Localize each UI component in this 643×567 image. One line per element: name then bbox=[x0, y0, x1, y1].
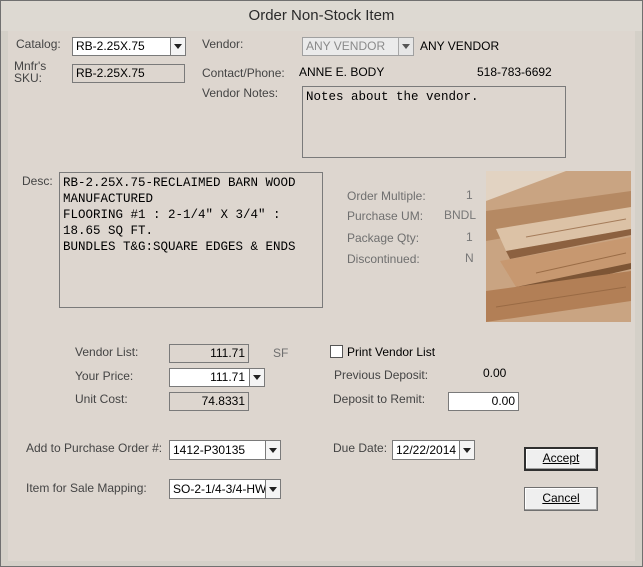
print-vendor-list-checkbox[interactable] bbox=[330, 345, 343, 358]
sale-mapping-dropdown-button[interactable] bbox=[265, 480, 280, 498]
contact-name: ANNE E. BODY bbox=[299, 65, 385, 79]
accept-button[interactable]: Accept bbox=[524, 447, 598, 471]
your-price-value: 111.71 bbox=[210, 370, 245, 384]
chevron-down-icon bbox=[463, 447, 471, 453]
due-date-value: 12/22/2014 bbox=[396, 443, 457, 457]
vendor-notes-label: Vendor Notes: bbox=[202, 86, 279, 100]
catalog-combo[interactable]: RB-2.25X.75 bbox=[72, 37, 186, 56]
deposit-to-remit-field[interactable]: 0.00 bbox=[448, 392, 519, 411]
purchase-order-dropdown-button[interactable] bbox=[265, 441, 280, 459]
due-date-label: Due Date: bbox=[333, 441, 388, 455]
cancel-button[interactable]: Cancel bbox=[524, 487, 598, 511]
chevron-down-icon bbox=[269, 486, 277, 492]
vendor-dropdown-button[interactable] bbox=[398, 38, 413, 55]
mnfr-sku-label-line2: SKU: bbox=[14, 71, 43, 85]
cancel-button-label: Cancel bbox=[542, 491, 580, 505]
chevron-down-icon bbox=[253, 375, 261, 380]
purchase-um-value: BNDL bbox=[444, 208, 477, 222]
window-title: Order Non-Stock Item bbox=[1, 1, 642, 31]
mnfr-sku-label: Mnfr's SKU: bbox=[14, 60, 46, 84]
due-date-picker[interactable]: 12/22/2014 bbox=[392, 440, 475, 460]
mnfr-sku-field[interactable]: RB-2.25X.75 bbox=[72, 64, 185, 83]
order-multiple-value: 1 bbox=[466, 188, 473, 202]
chevron-down-icon bbox=[269, 447, 277, 453]
unit-cost-label: Unit Cost: bbox=[75, 392, 128, 406]
dialog-body: Catalog: RB-2.25X.75 Mnfr's SKU: RB-2.25… bbox=[8, 31, 635, 561]
deposit-to-remit-label: Deposit to Remit: bbox=[333, 392, 426, 406]
your-price-label: Your Price: bbox=[75, 369, 134, 383]
contact-phone-label: Contact/Phone: bbox=[202, 66, 285, 80]
package-qty-label: Package Qty: bbox=[347, 231, 420, 245]
wood-planks-photo-icon bbox=[486, 171, 631, 322]
catalog-value: RB-2.25X.75 bbox=[76, 39, 145, 53]
contact-phone: 518-783-6692 bbox=[477, 65, 552, 79]
purchase-order-value: 1412-P30135 bbox=[173, 443, 246, 457]
chevron-down-icon bbox=[174, 44, 182, 49]
chevron-down-icon bbox=[402, 44, 410, 49]
previous-deposit-value: 0.00 bbox=[483, 366, 507, 380]
unit-cost-field[interactable]: 74.8331 bbox=[169, 392, 249, 411]
vendor-list-field[interactable]: 111.71 bbox=[169, 344, 249, 363]
wood-planks-illustration bbox=[486, 171, 631, 322]
vendor-list-unit: SF bbox=[273, 346, 289, 360]
desc-label: Desc: bbox=[22, 174, 53, 188]
description-field[interactable]: RB-2.25X.75-RECLAIMED BARN WOOD MANUFACT… bbox=[59, 172, 323, 308]
sale-mapping-value: SO-2-1/4-3/4-HW bbox=[173, 482, 267, 496]
sale-mapping-label: Item for Sale Mapping: bbox=[26, 481, 147, 495]
due-date-dropdown-button[interactable] bbox=[459, 441, 474, 459]
purchase-um-label: Purchase UM: bbox=[347, 209, 424, 223]
print-vendor-list-label[interactable]: Print Vendor List bbox=[347, 345, 435, 359]
vendor-combo-value: ANY VENDOR bbox=[306, 39, 386, 53]
vendor-combo[interactable]: ANY VENDOR bbox=[302, 37, 414, 56]
your-price-combo[interactable]: 111.71 bbox=[169, 368, 265, 387]
package-qty-value: 1 bbox=[466, 230, 473, 244]
your-price-dropdown-button[interactable] bbox=[249, 369, 264, 386]
catalog-dropdown-button[interactable] bbox=[170, 38, 185, 55]
sale-mapping-combo[interactable]: SO-2-1/4-3/4-HW bbox=[169, 479, 281, 499]
discontinued-value: N bbox=[465, 251, 474, 265]
vendor-notes-field[interactable]: Notes about the vendor. bbox=[302, 86, 566, 158]
purchase-order-label: Add to Purchase Order #: bbox=[26, 441, 163, 455]
vendor-label: Vendor: bbox=[202, 37, 244, 51]
order-non-stock-dialog: Order Non-Stock Item Catalog: RB-2.25X.7… bbox=[0, 0, 643, 567]
order-multiple-label: Order Multiple: bbox=[347, 189, 426, 203]
previous-deposit-label: Previous Deposit: bbox=[334, 368, 429, 382]
discontinued-label: Discontinued: bbox=[347, 252, 420, 266]
purchase-order-combo[interactable]: 1412-P30135 bbox=[169, 440, 281, 460]
vendor-name: ANY VENDOR bbox=[420, 39, 500, 53]
accept-button-label: Accept bbox=[542, 451, 580, 465]
vendor-list-label: Vendor List: bbox=[75, 345, 139, 359]
catalog-label: Catalog: bbox=[16, 37, 61, 51]
